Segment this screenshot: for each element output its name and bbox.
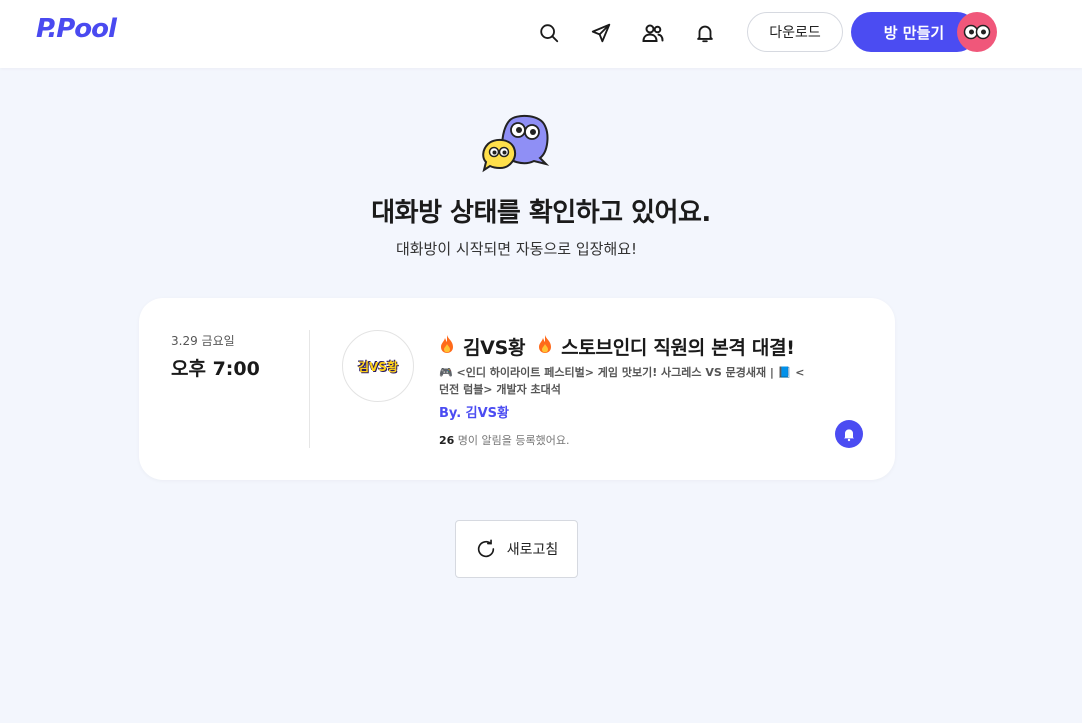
alarm-count: 26 명이 알림을 등록했어요. (439, 432, 570, 448)
event-title-part1: 김VS황 (463, 336, 526, 359)
event-host[interactable]: By. 김VS황 (439, 402, 509, 421)
fire-icon (439, 334, 455, 358)
download-button[interactable]: 다운로드 (747, 12, 843, 52)
event-title-part2: 스토브인디 직원의 본격 대결! (561, 336, 795, 359)
refresh-button[interactable]: 새로고침 (455, 520, 578, 578)
refresh-label: 새로고침 (506, 542, 559, 558)
top-header: P.Pool 다운로드 방 만들기 (0, 0, 1082, 68)
event-alarm-button[interactable] (835, 420, 863, 448)
alarm-count-number: 26 (439, 434, 455, 447)
event-thumbnail: 김VS황 (342, 330, 414, 402)
event-description: 🎮 <인디 하이라이트 페스티벌> 게임 맛보기! 사그레스 VS 문경새재 |… (439, 366, 805, 396)
event-card[interactable]: 3.29 금요일 오후 7:00 김VS황 김VS황 스토브인디 직원의 본격 … (139, 298, 895, 480)
chat-mascot-illustration (480, 112, 552, 174)
alarm-count-suffix: 명이 알림을 등록했어요. (454, 434, 570, 447)
fire-icon (537, 334, 553, 358)
event-date: 3.29 금요일 (171, 334, 235, 348)
bell-icon[interactable] (692, 20, 718, 46)
status-subtitle: 대화방이 시작되면 자동으로 입장해요! (395, 240, 638, 258)
event-time: 오후 7:00 (171, 358, 260, 380)
bell-icon (844, 429, 854, 442)
search-icon[interactable] (536, 20, 562, 46)
ppool-logo[interactable]: P.Pool (36, 14, 117, 44)
user-avatar[interactable] (957, 12, 997, 52)
send-icon[interactable] (588, 20, 614, 46)
thumbnail-logo-text: 김VS황 (357, 359, 398, 374)
status-heading: 대화방 상태를 확인하고 있어요. (371, 198, 711, 228)
users-icon[interactable] (640, 20, 666, 46)
refresh-icon (477, 539, 494, 558)
card-divider (309, 330, 310, 448)
event-title: 김VS황 스토브인디 직원의 본격 대결! (439, 332, 795, 360)
eyes-avatar-icon (963, 24, 991, 40)
